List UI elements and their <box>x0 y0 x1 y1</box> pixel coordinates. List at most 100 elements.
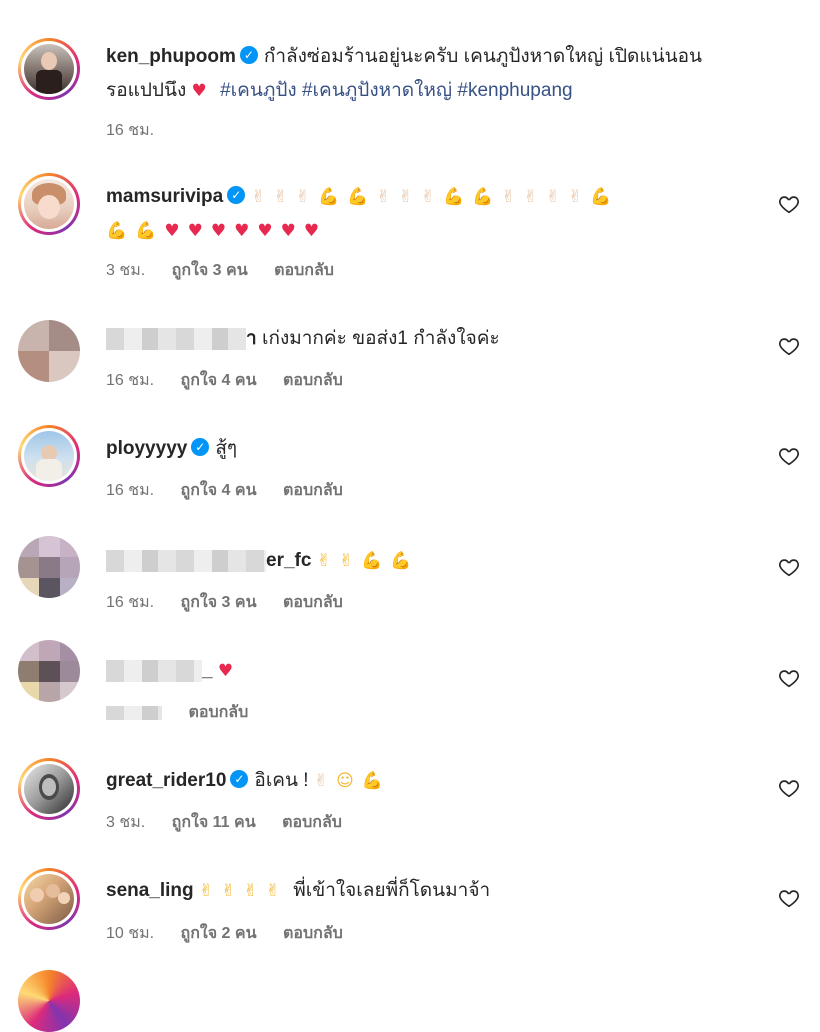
timestamp: 3 ชม. <box>106 814 146 831</box>
hashtag-link[interactable]: #kenphupang <box>457 80 572 101</box>
heart-emoji-icon: ♥ <box>257 221 273 241</box>
heart-outline-icon[interactable] <box>778 445 800 467</box>
avatar[interactable] <box>18 758 80 820</box>
timestamp: 16 ชม. <box>106 594 155 611</box>
reply-button[interactable]: ตอบกลับ <box>283 372 343 389</box>
comment-meta: 16 ชม. ถูกใจ 4 คน ตอบกลับ <box>106 368 365 393</box>
heart-outline-icon[interactable] <box>778 335 800 357</box>
avatar[interactable] <box>18 425 80 487</box>
comment-body: อิเคน ! <box>254 770 309 791</box>
blurred-username <box>106 549 266 572</box>
comment-username[interactable]: great_rider10 <box>106 770 226 791</box>
comment-meta: 16 ชม. ถูกใจ 4 คน ตอบกลับ <box>106 478 365 503</box>
heart-outline-icon[interactable] <box>778 193 800 215</box>
heart-outline-icon[interactable] <box>778 556 800 578</box>
verified-badge-icon: ✓ <box>239 45 258 64</box>
comment-username[interactable]: _ <box>202 660 213 681</box>
comment-username[interactable]: er_fc <box>266 550 311 571</box>
verified-badge-icon: ✓ <box>227 185 246 204</box>
heart-outline-icon[interactable] <box>778 887 800 909</box>
comment-text: great_rider10 ✓ อิเคน ! ✌ ☺ 💪 <box>106 764 760 798</box>
caption-line1: กำลังซ่อมร้านอยู่นะครับ เคนภูปังหาดใหญ่ … <box>263 46 702 67</box>
comment-meta: 16 ชม. ถูกใจ 3 คน ตอบกลับ <box>106 590 365 615</box>
caption-text: ken_phupoom ✓ กำลังซ่อมร้านอยู่นะครับ เคนภ… <box>106 40 760 108</box>
heart-emoji-icon: ♥ <box>187 221 203 241</box>
comment-username[interactable]: ployyyyy <box>106 438 187 459</box>
flexed-biceps-icon: 💪 <box>317 187 340 207</box>
likes-count[interactable]: ถูกใจ 3 คน <box>172 262 248 279</box>
avatar[interactable] <box>18 970 80 1032</box>
flexed-biceps-icon: 💪 <box>361 551 383 571</box>
hashtag-link[interactable]: #เคนภูปัง <box>220 80 297 101</box>
victory-hand-icon: ✌ <box>420 187 436 207</box>
reply-button[interactable]: ตอบกลับ <box>283 482 343 499</box>
victory-hand-icon: ✌ <box>338 551 354 571</box>
timestamp: 10 ชม. <box>106 925 155 942</box>
likes-count[interactable]: ถูกใจ 2 คน <box>181 925 257 942</box>
timestamp: 16 ชม. <box>106 372 155 389</box>
comment-text: _ ♥ <box>106 654 760 688</box>
comment-text: sena_ling ✌ ✌ ✌ ✌ พี่เข้าใจเลยพี่ก็โดนมาจ้า <box>106 874 760 908</box>
flexed-biceps-icon: 💪 <box>472 187 494 207</box>
heart-outline-icon[interactable] <box>778 667 800 689</box>
avatar[interactable] <box>18 640 80 702</box>
heart-emoji-icon: ♥ <box>217 661 234 681</box>
timestamp: 16 ชม. <box>106 482 155 499</box>
victory-hand-icon: ✌ <box>273 187 288 207</box>
victory-hand-icon: ✌ <box>313 771 329 791</box>
victory-hand-icon: ✌ <box>221 881 236 901</box>
heart-emoji-icon: ♥ <box>280 221 296 241</box>
grinning-face-icon: ☺ <box>336 771 354 791</box>
hashtag-link[interactable]: #เคนภูปังหาดใหญ่ <box>302 80 452 101</box>
comment-meta: 3 ชม. ถูกใจ 3 คน ตอบกลับ <box>106 258 356 283</box>
comment-username[interactable]: mamsurivipa <box>106 186 223 207</box>
reply-button[interactable]: ตอบกลับ <box>274 262 334 279</box>
blurred-username <box>106 659 202 682</box>
heart-outline-icon[interactable] <box>778 777 800 799</box>
comment-body: สู้ๆ <box>215 438 238 459</box>
victory-hand-icon: ✌ <box>243 881 258 901</box>
heart-emoji-icon: ♥ <box>164 221 180 241</box>
avatar[interactable] <box>18 536 80 598</box>
heart-emoji-icon: ♥ <box>191 81 207 101</box>
avatar[interactable] <box>18 173 80 235</box>
likes-count[interactable]: ถูกใจ 3 คน <box>181 594 257 611</box>
blurred-username <box>106 327 246 350</box>
likes-count[interactable]: ถูกใจ 4 คน <box>181 372 257 389</box>
heart-emoji-icon: ♥ <box>210 221 227 241</box>
flexed-biceps-icon: 💪 <box>390 551 412 571</box>
comment-body: พี่เข้าใจเลยพี่ก็โดนมาจ้า <box>293 880 491 901</box>
timestamp: 16 ชม. <box>106 122 155 139</box>
comment-username[interactable]: sena_ling <box>106 880 194 901</box>
avatar[interactable] <box>18 868 80 930</box>
flexed-biceps-icon: 💪 <box>590 187 612 207</box>
victory-hand-icon: ✌ <box>568 187 583 207</box>
avatar[interactable] <box>18 320 80 382</box>
verified-badge-icon: ✓ <box>230 769 249 788</box>
caption-line2: รอแปปนึง <box>106 80 187 101</box>
victory-hand-icon: ✌ <box>295 187 310 207</box>
victory-hand-icon: ✌ <box>523 187 538 207</box>
comment-text: mamsurivipa ✓ ✌ ✌ ✌ 💪 💪 ✌ ✌ ✌ 💪 💪 ✌ ✌ ✌ ✌ 💪 💪 💪 ♥ ♥ ♥ ♥ ♥ ♥ ♥ <box>106 180 760 248</box>
caption-meta: 16 ชม. <box>106 118 176 143</box>
heart-emoji-icon: ♥ <box>234 221 250 241</box>
comment-username[interactable]: า <box>246 328 257 349</box>
reply-button[interactable]: ตอบกลับ <box>283 925 343 942</box>
likes-count[interactable]: ถูกใจ 4 คน <box>181 482 257 499</box>
reply-button[interactable]: ตอบกลับ <box>188 704 248 721</box>
comment-meta: ตอบกลับ <box>106 700 270 725</box>
reply-button[interactable]: ตอบกลับ <box>282 814 342 831</box>
post-username[interactable]: ken_phupoom <box>106 46 236 67</box>
victory-hand-icon: ✌ <box>198 881 214 901</box>
avatar[interactable] <box>18 38 80 100</box>
flexed-biceps-icon: 💪 <box>347 187 369 207</box>
victory-hand-icon: ✌ <box>251 187 266 207</box>
likes-count[interactable]: ถูกใจ 11 คน <box>172 814 256 831</box>
reply-button[interactable]: ตอบกลับ <box>283 594 343 611</box>
comment-text: er_fc ✌ ✌ 💪 💪 <box>106 544 760 578</box>
flexed-biceps-icon: 💪 <box>443 187 465 207</box>
victory-hand-icon: ✌ <box>265 881 280 901</box>
flexed-biceps-icon: 💪 <box>135 221 157 241</box>
victory-hand-icon: ✌ <box>398 187 413 207</box>
victory-hand-icon: ✌ <box>501 187 516 207</box>
